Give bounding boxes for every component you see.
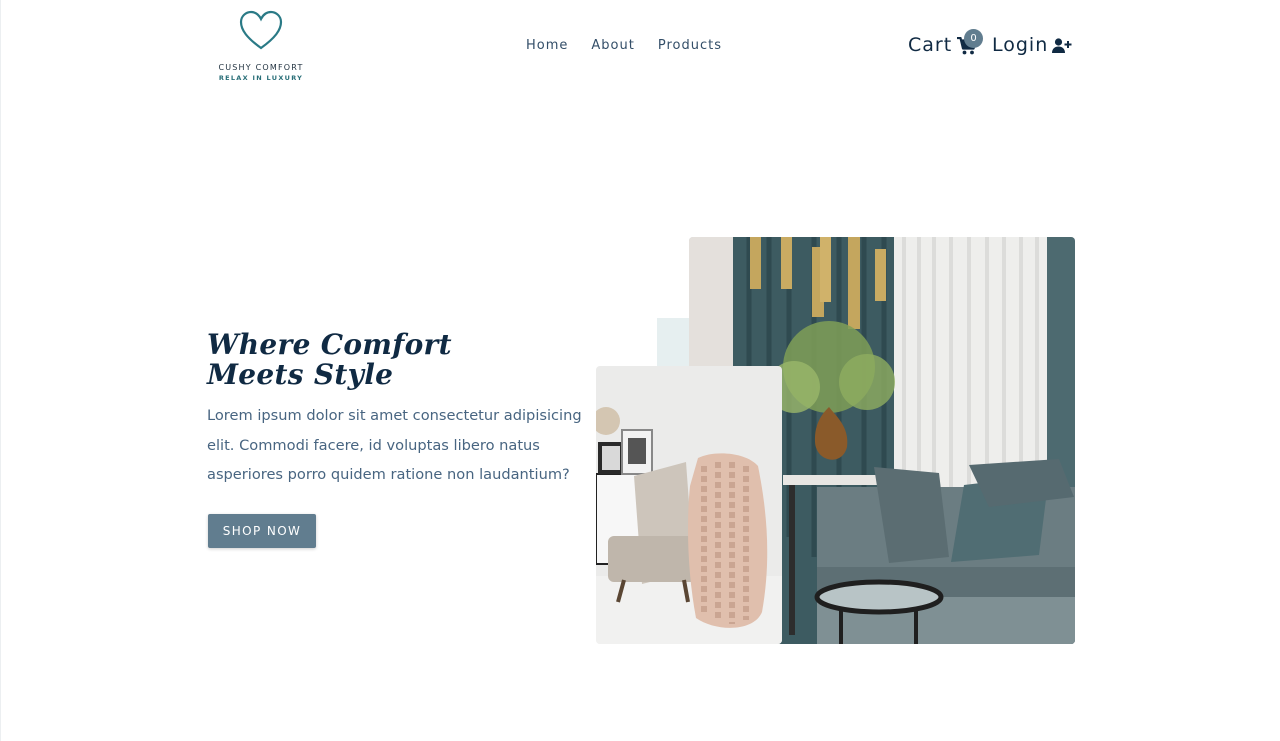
- hero-title-line-2: Meets Style: [207, 358, 394, 391]
- login-label: Login: [992, 34, 1049, 56]
- brand-logo[interactable]: CUSHY COMFORT RELAX IN LUXURY: [205, 10, 317, 82]
- hero-title-line-1: Where Comfort: [207, 328, 452, 361]
- nav-link-products[interactable]: Products: [658, 38, 722, 53]
- heart-icon: [239, 10, 283, 50]
- hero-side-image-armchair: [596, 366, 782, 644]
- cart-label: Cart: [908, 34, 953, 56]
- user-plus-icon: [1052, 38, 1072, 53]
- main-nav: Home About Products: [526, 38, 722, 53]
- cart-count-badge: 0: [964, 29, 983, 48]
- nav-link-home[interactable]: Home: [526, 38, 568, 53]
- login-button[interactable]: Login: [992, 34, 1072, 56]
- page-edge-divider: [0, 0, 1, 741]
- brand-name: CUSHY COMFORT: [218, 63, 304, 72]
- nav-link-about[interactable]: About: [591, 38, 634, 53]
- hero-description: Lorem ipsum dolor sit amet consectetur a…: [207, 407, 582, 483]
- shop-now-button[interactable]: SHOP NOW: [208, 514, 316, 548]
- navbar: CUSHY COMFORT RELAX IN LUXURY Home About…: [0, 0, 1280, 92]
- brand-tagline: RELAX IN LUXURY: [218, 74, 304, 82]
- cart-button[interactable]: Cart 0: [908, 29, 983, 56]
- hero-title: Where Comfort Meets Style: [207, 330, 507, 390]
